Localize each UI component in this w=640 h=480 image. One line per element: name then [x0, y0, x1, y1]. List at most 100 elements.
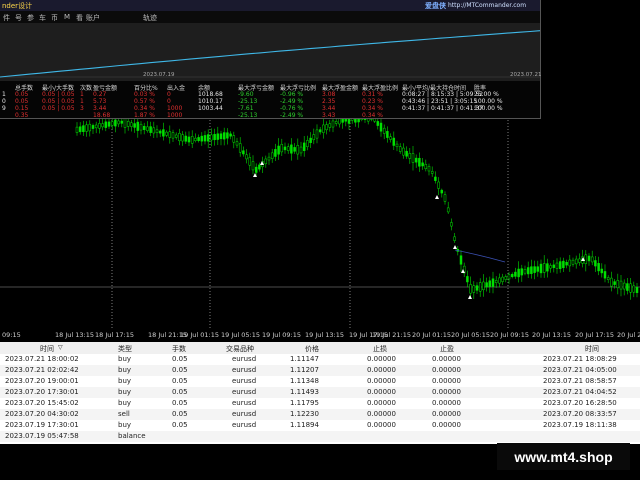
time-axis-label: 19 Jul 09:15	[262, 331, 301, 339]
stats-cell: 3	[80, 105, 84, 112]
table-cell: 1.12230	[290, 410, 319, 418]
candle	[283, 146, 287, 151]
candle	[136, 121, 140, 131]
time-axis-label: 19 Jul 01:15	[180, 331, 219, 339]
column-header[interactable]: 止损	[373, 344, 387, 354]
sort-arrow-icon[interactable]: ▽	[58, 344, 63, 351]
candle	[331, 120, 335, 128]
table-cell: eurusd	[232, 388, 257, 396]
table-cell: 0.00000	[432, 399, 461, 407]
candle	[376, 121, 380, 126]
candle	[75, 126, 79, 133]
equity-curve	[0, 30, 541, 78]
candle	[210, 134, 213, 141]
column-header[interactable]: 时间	[585, 344, 599, 354]
table-cell: 0.05	[172, 377, 188, 385]
time-axis-label: 20 Jul 09:15	[490, 331, 529, 339]
candle	[453, 236, 456, 241]
candle	[130, 122, 133, 127]
column-header[interactable]: 止盈	[440, 344, 454, 354]
candle	[178, 133, 181, 142]
candle	[472, 285, 476, 293]
menu-item[interactable]: 件	[3, 13, 10, 23]
table-row[interactable]: 2023.07.20 04:30:02 sell 0.05 eurusd 1.12230…	[0, 409, 640, 420]
candle	[501, 276, 504, 282]
menu-item[interactable]: 账户	[86, 13, 100, 23]
candle	[216, 133, 220, 140]
stats-cell: 1000	[167, 112, 183, 119]
time-axis-label: 20 Jul 21:15	[617, 331, 640, 339]
candle	[248, 157, 252, 166]
brand-url-link[interactable]: http://MTCommander.com	[448, 2, 526, 9]
candle	[181, 134, 184, 142]
candle	[571, 259, 575, 265]
stats-cell: 1003.44	[198, 105, 223, 112]
table-row[interactable]: 2023.07.19 17:30:01 buy 0.05 eurusd 1.11894 0…	[0, 420, 640, 431]
time-axis-label: 20 Jul 01:15	[412, 331, 451, 339]
candle	[514, 271, 517, 277]
table-cell: eurusd	[232, 399, 257, 407]
trade-marker-icon	[435, 195, 439, 199]
candle	[536, 266, 540, 272]
menu-item[interactable]: 车	[39, 13, 46, 23]
menu-item[interactable]: 参	[27, 13, 34, 23]
candle	[379, 122, 383, 132]
menu-item[interactable]: M	[64, 13, 70, 21]
table-cell: 2023.07.20 04:30:02	[5, 410, 79, 418]
curve-date-right: 2023.07.21	[510, 72, 542, 78]
table-cell: 1.11348	[290, 377, 319, 385]
candle	[440, 189, 444, 194]
column-header[interactable]: 手数	[172, 344, 186, 354]
candle	[568, 259, 572, 267]
table-row[interactable]: 2023.07.20 15:45:02 buy 0.05 eurusd 1.11795 0…	[0, 398, 640, 409]
column-header[interactable]: 交易品种	[226, 344, 254, 354]
candle	[213, 134, 216, 141]
table-row[interactable]: 2023.07.19 05:47:58 balance	[0, 431, 640, 442]
candle	[558, 261, 562, 269]
table-row[interactable]: 2023.07.21 02:02:42 buy 0.05 eurusd 1.11207 0…	[0, 365, 640, 376]
candle	[616, 280, 620, 289]
column-header[interactable]: 时间	[40, 344, 54, 354]
stats-cell: 1010.17	[198, 98, 223, 105]
candle	[421, 162, 424, 167]
candle	[491, 278, 495, 287]
trade-marker-icon	[468, 295, 472, 299]
candle	[427, 166, 431, 172]
candle	[328, 123, 332, 128]
candle	[469, 284, 472, 294]
table-cell: 0.00000	[367, 399, 396, 407]
stats-cell: 100.00 %	[474, 105, 503, 112]
table-cell: 0.00000	[367, 410, 396, 418]
candle	[219, 133, 223, 140]
table-row[interactable]: 2023.07.20 19:00:01 buy 0.05 eurusd 1.11348 0…	[0, 376, 640, 387]
table-row[interactable]: 2023.07.21 18:00:02 buy 0.05 eurusd 1.11147 0…	[0, 354, 640, 365]
candle	[408, 153, 412, 159]
stats-table: 总手数 最小/大手数 次数 盈亏金额 百分比% 出入金 余额 最大浮亏金额 最大浮亏比例 最大浮盈…	[0, 81, 540, 119]
menu-item[interactable]: 看	[76, 13, 83, 23]
candle	[302, 142, 306, 151]
stats-cell: 18.68	[93, 112, 111, 119]
candle	[546, 263, 549, 272]
menu-item-trajectory[interactable]: 轨迹	[143, 13, 157, 23]
table-row[interactable]: 2023.07.20 17:30:01 buy 0.05 eurusd 1.11493 0…	[0, 387, 640, 398]
brand-label: 爱盘侠	[425, 2, 446, 10]
table-cell: 0.00000	[432, 421, 461, 429]
candle	[280, 144, 284, 153]
candle	[126, 121, 130, 127]
candle	[286, 146, 290, 151]
candle	[306, 140, 309, 147]
panel-title: nder设计	[2, 2, 33, 10]
candle	[85, 124, 88, 132]
menu-item[interactable]: 币	[51, 13, 58, 23]
candle	[459, 255, 463, 265]
stats-cell: 3.44	[322, 105, 336, 112]
candle	[334, 121, 338, 124]
column-header[interactable]: 价格	[305, 344, 319, 354]
stats-cell: 0.03 %	[134, 91, 155, 98]
menu-item[interactable]: 号	[15, 13, 22, 23]
candle	[635, 287, 639, 293]
candle	[478, 282, 482, 292]
column-header[interactable]: 类型	[118, 344, 132, 354]
candle	[171, 132, 175, 139]
candle	[274, 149, 277, 157]
